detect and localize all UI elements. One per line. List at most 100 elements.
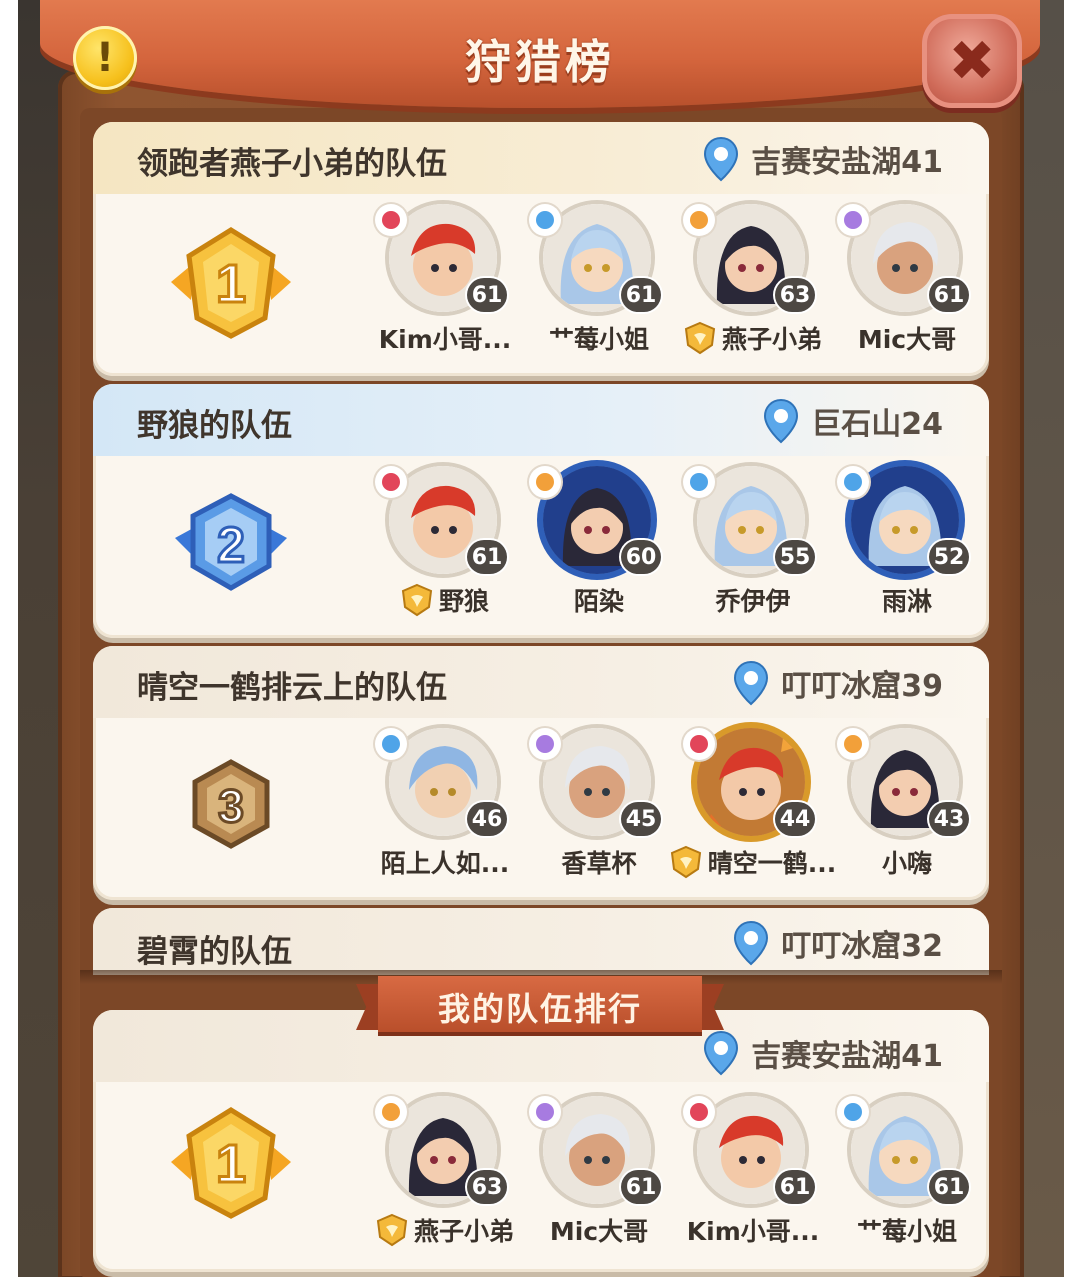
member-slot[interactable]: 61 Mic大哥: [837, 204, 977, 374]
captain-shield-icon: [376, 1213, 408, 1247]
member-slot[interactable]: 60 陌染: [529, 466, 669, 636]
member-slot[interactable]: 63 燕子小弟: [375, 1096, 515, 1266]
class-icon: [529, 1096, 561, 1128]
class-icon: [683, 466, 715, 498]
member-name: 香草杯: [561, 849, 637, 878]
member-slot[interactable]: 61 Mic大哥: [529, 1096, 669, 1266]
team-location[interactable]: 叮叮冰窟32: [733, 920, 943, 966]
member-slot[interactable]: 63 燕子小弟: [683, 204, 823, 374]
member-name: 陌染: [573, 587, 624, 616]
member-name: 小嗨: [881, 849, 932, 878]
team-name: 晴空一鹤排云上的队伍: [137, 670, 447, 706]
rank-medal-gold: 1: [171, 1107, 291, 1219]
level-badge: 61: [929, 278, 969, 312]
location-pin-icon: [704, 136, 739, 182]
member-slot[interactable]: 44 晴空一鹤...: [670, 728, 836, 898]
close-button[interactable]: ✖: [922, 14, 1022, 108]
level-badge: 61: [467, 540, 507, 574]
member-name: 乔伊伊: [715, 587, 791, 616]
member-name: Kim小哥...: [378, 325, 512, 354]
team-name: 碧霄的队伍: [137, 934, 292, 970]
my-team-rank-label: 我的队伍排行: [437, 990, 642, 1028]
location-pin-icon: [764, 398, 799, 444]
page-title: 狩猎榜: [465, 35, 615, 89]
member-name: Mic大哥: [549, 1217, 649, 1246]
rank-number: 3: [218, 780, 244, 832]
team-card-1[interactable]: 领跑者燕子小弟的队伍 吉赛安盐湖41 1 61 Kim小哥... 61 艹莓小姐: [93, 122, 989, 376]
member-slot[interactable]: 61 Kim小哥...: [683, 1096, 823, 1266]
my-team-card[interactable]: 吉赛安盐湖41 1 63 燕子小弟 61 Mic大哥 61 Kim小哥... 6…: [93, 1010, 989, 1272]
member-name: 艹莓小姐: [856, 1217, 957, 1246]
team-location[interactable]: 吉赛安盐湖41: [703, 136, 943, 182]
info-button[interactable]: !: [73, 26, 137, 90]
location-label: 吉赛安盐湖41: [751, 145, 943, 180]
team-card-3[interactable]: 晴空一鹤排云上的队伍 叮叮冰窟39 3 46 陌上人如... 45 香草杯 44: [93, 646, 989, 900]
class-icon: [683, 204, 715, 236]
level-badge: 61: [775, 1170, 815, 1204]
level-badge: 61: [467, 278, 507, 312]
class-icon: [375, 466, 407, 498]
level-badge: 46: [467, 802, 507, 836]
rank-number: 1: [216, 1134, 246, 1194]
class-icon: [837, 466, 869, 498]
class-icon: [837, 204, 869, 236]
level-badge: 43: [929, 802, 969, 836]
member-slot[interactable]: 61 Kim小哥...: [375, 204, 515, 374]
member-name: Mic大哥: [857, 325, 957, 354]
member-slot[interactable]: 61 艹莓小姐: [837, 1096, 977, 1266]
captain-shield-icon: [684, 321, 716, 355]
member-name: 雨淋: [881, 587, 932, 616]
rank-medal-gold: 1: [171, 227, 291, 339]
level-badge: 44: [775, 802, 815, 836]
location-label: 叮叮冰窟32: [781, 929, 943, 964]
member-slot[interactable]: 45 香草杯: [529, 728, 669, 898]
member-slot[interactable]: 55 乔伊伊: [683, 466, 823, 636]
location-pin-icon: [734, 920, 769, 966]
location-pin-icon: [704, 1030, 739, 1076]
class-icon: [375, 728, 407, 760]
level-badge: 61: [621, 1170, 661, 1204]
team-location[interactable]: 巨石山24: [763, 398, 943, 444]
level-badge: 60: [621, 540, 661, 574]
team-location[interactable]: 叮叮冰窟39: [733, 660, 943, 706]
team-card-4[interactable]: 碧霄的队伍 叮叮冰窟32: [93, 908, 989, 970]
team-location[interactable]: 吉赛安盐湖41: [703, 1030, 943, 1076]
class-icon: [529, 466, 561, 498]
team-card-2[interactable]: 野狼的队伍 巨石山24 2 61 野狼 60 陌染 55 乔伊伊 52 雨淋: [93, 384, 989, 638]
member-slot[interactable]: 43 小嗨: [837, 728, 977, 898]
team-name: 领跑者燕子小弟的队伍: [137, 146, 447, 182]
captain-shield-icon: [670, 845, 701, 879]
member-slot[interactable]: 52 雨淋: [837, 466, 977, 636]
member-name: 艹莓小姐: [548, 325, 649, 354]
exclamation-icon: !: [95, 35, 115, 81]
member-name: 燕子小弟: [665, 320, 841, 356]
level-badge: 52: [929, 540, 969, 574]
class-icon: [837, 728, 869, 760]
captain-shield-icon: [401, 583, 433, 617]
member-name: 野狼: [357, 582, 533, 618]
class-icon: [683, 1096, 715, 1128]
location-label: 叮叮冰窟39: [781, 669, 943, 704]
member-slot[interactable]: 61 艹莓小姐: [529, 204, 669, 374]
rank-medal-bronze: 3: [192, 759, 270, 849]
rank-number: 1: [216, 254, 246, 314]
title-banner: 狩猎榜: [40, 0, 1040, 112]
location-label: 巨石山24: [811, 407, 943, 442]
rank-number: 2: [217, 517, 245, 573]
member-name: 陌上人如...: [380, 849, 510, 878]
member-name: 燕子小弟: [357, 1212, 533, 1248]
class-icon: [529, 728, 561, 760]
class-icon: [375, 204, 407, 236]
member-slot[interactable]: 61 野狼: [375, 466, 515, 636]
class-icon: [529, 204, 561, 236]
member-name: Kim小哥...: [686, 1217, 820, 1246]
level-badge: 61: [929, 1170, 969, 1204]
member-name: 晴空一鹤...: [665, 844, 841, 880]
member-slot[interactable]: 46 陌上人如...: [375, 728, 515, 898]
team-name: 野狼的队伍: [137, 408, 292, 444]
level-badge: 61: [621, 278, 661, 312]
level-badge: 55: [775, 540, 815, 574]
location-pin-icon: [734, 660, 769, 706]
my-team-rank-ribbon: 我的队伍排行: [356, 976, 724, 1036]
level-badge: 63: [467, 1170, 507, 1204]
